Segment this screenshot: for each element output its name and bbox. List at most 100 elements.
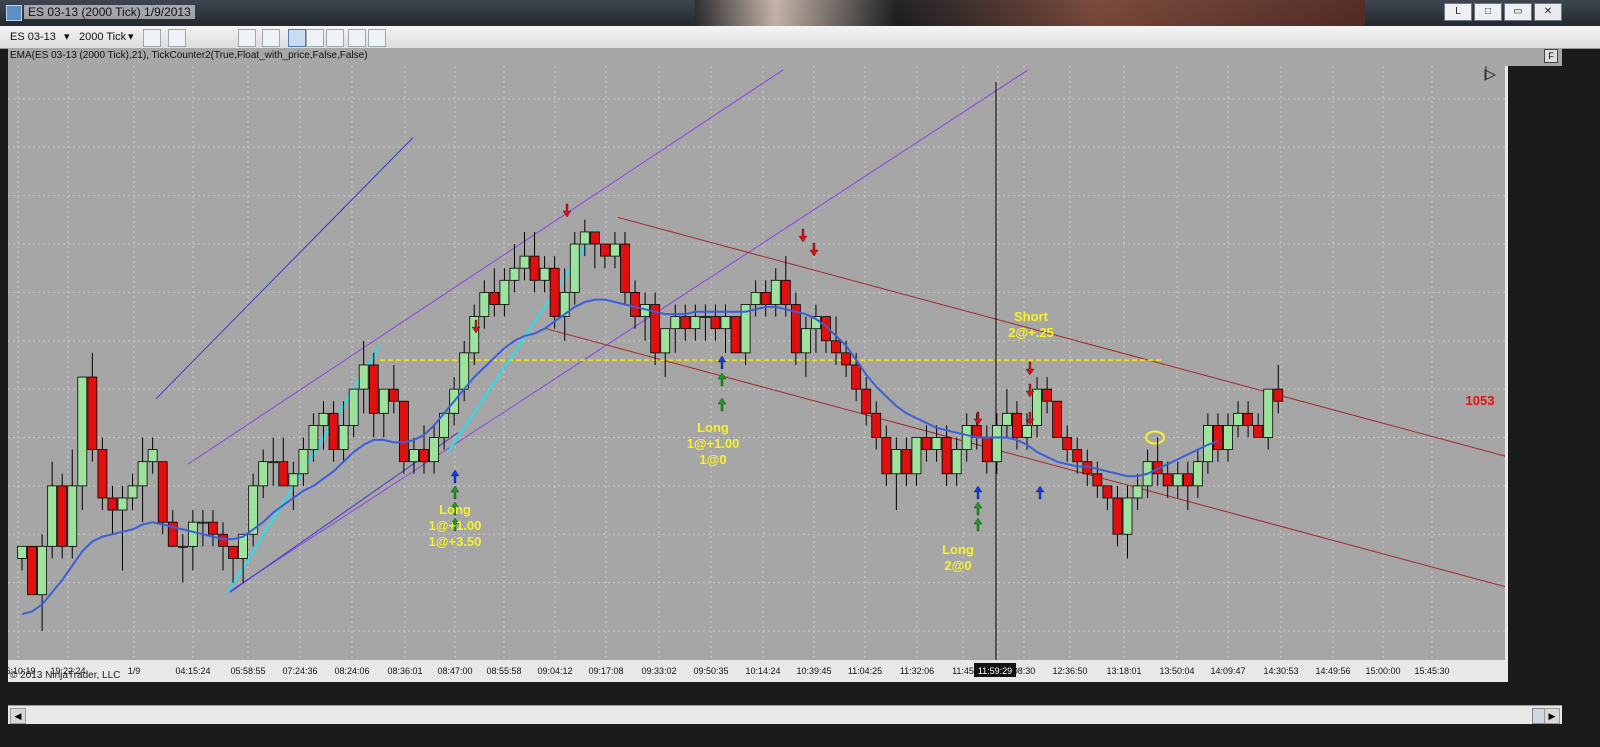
x-tick-label: 08:36:01 [387, 666, 422, 676]
candle-body [1213, 425, 1223, 450]
strategies-icon[interactable] [326, 29, 344, 47]
candle-body [780, 279, 791, 305]
app-icon [6, 5, 22, 21]
x-tick-label: 14:30:53 [1263, 666, 1298, 676]
indicator-label: EMA(ES 03-13 (2000 Tick),21), TickCounte… [10, 50, 368, 61]
candle-body [77, 376, 88, 487]
copyright-text: © 2013 NinjaTrader, LLC [10, 670, 120, 681]
candle-body [348, 388, 359, 426]
candle-body [700, 316, 711, 318]
x-tick-label: 08:55:58 [486, 666, 521, 676]
interval-selector[interactable]: 2000 Tick [79, 29, 126, 45]
candle-body [549, 267, 560, 317]
panel-button[interactable]: F [1544, 49, 1558, 63]
candle-body [760, 292, 771, 305]
x-tick-label: 08:24:06 [334, 666, 369, 676]
drawing-tool-icon[interactable] [168, 29, 186, 47]
candle-body [801, 328, 811, 354]
candle-body [720, 316, 731, 330]
candle-body [308, 425, 319, 450]
candle-body [1172, 473, 1183, 487]
candle-body [1052, 400, 1063, 438]
candle-body [1022, 425, 1032, 438]
candle-body [1012, 412, 1022, 438]
indicators-icon[interactable] [306, 29, 324, 47]
candle-body [841, 352, 851, 366]
x-tick-label: 15:00:00 [1365, 666, 1400, 676]
x-tick-label: 12:36:50 [1052, 666, 1087, 676]
candle-body [881, 437, 892, 475]
scroll-left-icon[interactable]: ◀ [10, 708, 26, 724]
x-tick-label: 09:04:12 [537, 666, 572, 676]
candle-body [338, 425, 349, 450]
candle-body [630, 292, 640, 317]
x-tick-label: 13:50:04 [1159, 666, 1194, 676]
templates-icon[interactable] [368, 29, 386, 47]
candle-body [1192, 461, 1203, 487]
candle-body [690, 316, 701, 330]
candle-body [409, 449, 419, 463]
candle-body [991, 425, 1002, 463]
candle-body [37, 545, 48, 596]
candle-body [871, 412, 882, 438]
candle-body [47, 485, 58, 547]
candle-body [147, 449, 158, 463]
long-annotation-1-line: Long [439, 502, 471, 517]
candle-body [177, 545, 188, 548]
price-chart[interactable]: Long1@+1.001@+3.50Long1@+1.001@0Long2@0S… [8, 66, 1508, 682]
x-tick-label: 14:09:47 [1210, 666, 1245, 676]
candle-body [278, 461, 289, 487]
candle-body [298, 449, 309, 475]
candle-body [288, 473, 299, 487]
interval-dropdown-icon[interactable]: ▾ [128, 29, 134, 45]
candle-body [519, 255, 530, 269]
instrument-dropdown-icon[interactable]: ▾ [64, 29, 70, 45]
close-button[interactable]: ✕ [1534, 3, 1562, 21]
candle-body [831, 340, 841, 354]
candle-body [429, 437, 439, 463]
candle-body [388, 388, 399, 402]
candle-body [368, 364, 379, 414]
candle-body [378, 388, 389, 414]
long-annotation-3-line: Long [942, 542, 974, 557]
candle-body [981, 437, 992, 463]
x-tick-label: 05:58:55 [230, 666, 265, 676]
x-tick-label: 10:14:24 [745, 666, 780, 676]
candle-body [891, 449, 902, 475]
candle-body [137, 461, 148, 487]
link-button[interactable]: L [1444, 3, 1472, 21]
candle-body [1072, 449, 1083, 463]
candle-body [268, 461, 279, 464]
horizontal-scrollbar[interactable]: ◀ ▶ [8, 705, 1562, 724]
candle-body [157, 461, 168, 523]
zoom-icon[interactable] [262, 29, 280, 47]
minimize-button[interactable]: □ [1474, 3, 1502, 21]
candle-body [961, 425, 972, 450]
indicator-strip: EMA(ES 03-13 (2000 Tick),21), TickCounte… [8, 48, 1562, 66]
x-tick-label: 13:18:01 [1106, 666, 1141, 676]
candle-body [620, 243, 630, 293]
properties-icon[interactable] [348, 29, 366, 47]
long-annotation-2-line: 1@0 [699, 452, 726, 467]
candle-body [901, 449, 912, 475]
candle-body [730, 316, 741, 354]
candle-body [1273, 388, 1284, 402]
scroll-right-icon[interactable]: ▶ [1544, 708, 1560, 724]
candle-body [1042, 388, 1052, 402]
data-series-icon[interactable] [288, 29, 306, 47]
candle-body [97, 449, 108, 499]
candle-body [660, 328, 671, 354]
maximize-button[interactable]: ▭ [1504, 3, 1532, 21]
x-tick-label: 11:32:06 [900, 666, 934, 676]
chart-style-icon[interactable] [143, 29, 161, 47]
candle-body [529, 255, 540, 281]
instrument-selector[interactable]: ES 03-13 [10, 29, 56, 45]
candle-body [1233, 412, 1243, 426]
long-annotation-1-line: 1@+1.00 [429, 518, 482, 533]
crosshair-icon[interactable] [238, 29, 256, 47]
candle-body [197, 521, 208, 524]
candle-body [57, 485, 68, 547]
candle-body [670, 316, 681, 330]
candle-body [1002, 412, 1012, 426]
candle-body [770, 279, 781, 305]
